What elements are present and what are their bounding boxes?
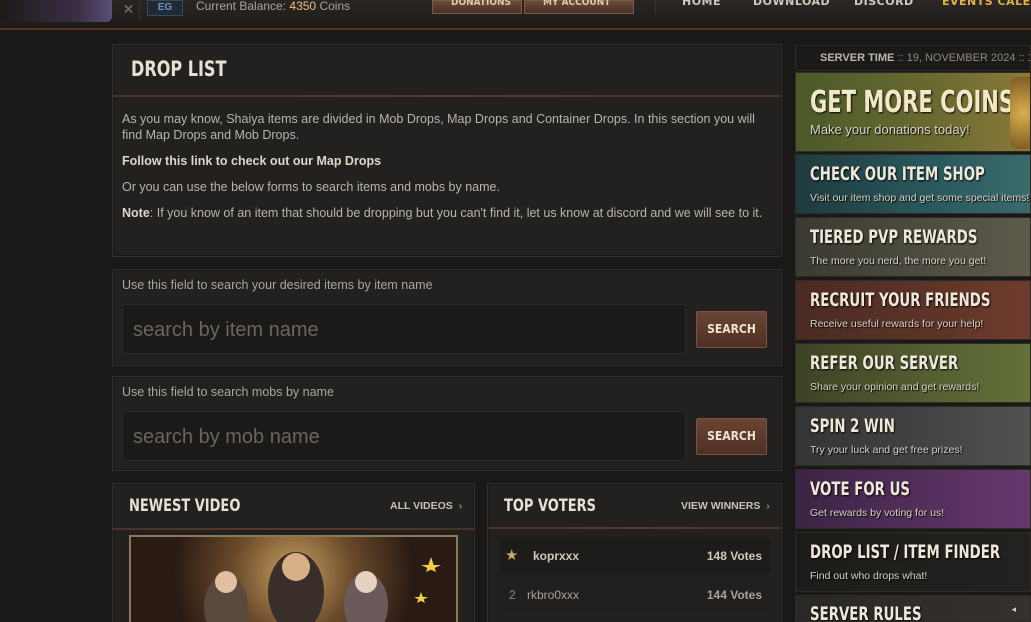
chevron-right-icon: ›	[458, 500, 463, 512]
sidebar-vote-for-us[interactable]: VOTE FOR US Get rewards by voting for us…	[795, 469, 1031, 529]
item-search-button[interactable]: SEARCH	[696, 311, 767, 348]
note-label: Note	[122, 206, 150, 220]
server-time-value: :: 19, NOVEMBER 2024 :: 1	[897, 52, 1031, 64]
balance-display: Current Balance: 4350 Coins	[196, 0, 350, 13]
voter-name: koprxxx	[533, 549, 580, 563]
note-text: Note: If you know of an item that should…	[122, 205, 772, 221]
sidebar-server-rules[interactable]: SERVER RULES ◂	[795, 595, 1031, 622]
voter-rank: 2	[509, 588, 516, 602]
page-title: DROP LIST	[131, 57, 227, 81]
newest-video-panel: NEWEST VIDEO ALL VIDEOS ›	[112, 483, 475, 622]
balance-amount: 4350	[289, 0, 317, 13]
note-body: : If you know of an item that should be …	[149, 206, 763, 220]
view-winners-link[interactable]: VIEW WINNERS ›	[681, 500, 770, 512]
sidebar-subtitle: Receive useful rewards for your help!	[810, 318, 984, 330]
mob-search-button[interactable]: SEARCH	[696, 418, 767, 455]
forms-hint: Or you can use the below forms to search…	[122, 180, 500, 194]
table-row[interactable]: 2 rkbro0xxx 144 Votes	[500, 577, 770, 613]
sidebar-item-shop[interactable]: CHECK OUR ITEM SHOP Visit our item shop …	[795, 154, 1031, 214]
sidebar-subtitle: Visit our item shop and get some special…	[810, 192, 1030, 204]
top-bar: ✕ EG Current Balance: 4350 Coins DONATIO…	[0, 0, 1031, 30]
donations-button[interactable]: DONATIONS	[432, 0, 522, 14]
sidebar-title: RECRUIT YOUR FRIENDS	[810, 289, 991, 311]
divider	[488, 527, 781, 529]
balance-label: Current Balance:	[196, 0, 287, 13]
view-winners-label: VIEW WINNERS	[681, 500, 761, 512]
item-search-input[interactable]: search by item name	[122, 304, 686, 354]
nav-events-calendar[interactable]: EVENTS CALENDAR	[942, 0, 1031, 14]
sidebar-drop-list[interactable]: DROP LIST / ITEM FINDER Find out who dro…	[795, 532, 1031, 592]
table-row[interactable]: ★ koprxxx 148 Votes	[500, 538, 770, 574]
sidebar-pvp-rewards[interactable]: TIERED PVP REWARDS The more you nerd, th…	[795, 217, 1031, 277]
mob-search-input[interactable]: search by mob name	[122, 411, 686, 461]
video-thumbnail[interactable]	[129, 535, 458, 622]
account-badge[interactable]: EG	[147, 0, 183, 16]
scroll-arrow-icon[interactable]: ◂	[1011, 604, 1016, 615]
voter-name: rkbro0xxx	[527, 588, 580, 602]
sidebar-subtitle: Find out who drops what!	[810, 570, 928, 582]
sidebar-title: SERVER RULES	[810, 603, 922, 622]
coins-icon	[1010, 77, 1030, 149]
star-icon: ★	[505, 547, 519, 564]
balance-unit: Coins	[319, 0, 351, 13]
sidebar-subtitle: Try your luck and get free prizes!	[810, 444, 963, 456]
sidebar-title: TIERED PVP REWARDS	[810, 226, 978, 248]
sidebar-subtitle: Share your opinion and get rewards!	[810, 381, 980, 393]
nav-discord[interactable]: DISCORD	[854, 0, 914, 14]
drop-list-panel: DROP LIST As you may know, Shaiya items …	[112, 44, 782, 257]
voter-votes: 148 Votes	[706, 549, 762, 563]
sidebar-title: GET MORE COINS	[810, 85, 1015, 120]
mob-search-label: Use this field to search mobs by name	[122, 385, 334, 399]
map-drops-link[interactable]: Follow this link to check out our Map Dr…	[122, 153, 772, 169]
newest-video-title: NEWEST VIDEO	[129, 496, 241, 516]
server-time-label: SERVER TIME	[820, 52, 895, 64]
voter-votes: 144 Votes	[706, 588, 762, 602]
sidebar-get-more-coins[interactable]: GET MORE COINS Make your donations today…	[795, 72, 1031, 152]
chevron-right-icon: ›	[766, 500, 770, 512]
nav-home[interactable]: HOME	[682, 0, 721, 14]
sidebar-subtitle: The more you nerd, the more you get!	[810, 255, 987, 267]
sidebar-recruit-friends[interactable]: RECRUIT YOUR FRIENDS Receive useful rewa…	[795, 280, 1031, 340]
nav-download[interactable]: DOWNLOAD	[753, 0, 830, 14]
my-account-button[interactable]: MY ACCOUNT	[524, 0, 634, 14]
top-voters-title: TOP VOTERS	[504, 496, 596, 516]
all-videos-label: ALL VIDEOS	[390, 500, 453, 512]
sidebar-title: DROP LIST / ITEM FINDER	[810, 541, 1001, 563]
server-time-bar: SERVER TIME :: 19, NOVEMBER 2024 :: 1	[795, 45, 1031, 71]
sidebar-refer-server[interactable]: REFER OUR SERVER Share your opinion and …	[795, 343, 1031, 403]
divider	[113, 528, 474, 530]
sidebar-subtitle: Make your donations today!	[810, 122, 970, 137]
close-icon[interactable]: ✕	[118, 0, 140, 20]
sidebar-subtitle: Get rewards by voting for us!	[810, 507, 945, 519]
video-art-icon	[204, 552, 441, 622]
logo-strip	[0, 0, 112, 22]
intro-text: As you may know, Shaiya items are divide…	[122, 112, 755, 142]
sidebar-title: REFER OUR SERVER	[810, 352, 959, 374]
sidebar-title: VOTE FOR US	[810, 478, 911, 500]
item-search-label: Use this field to search your desired it…	[122, 278, 433, 292]
sidebar-title: SPIN 2 WIN	[810, 415, 895, 437]
all-videos-link[interactable]: ALL VIDEOS ›	[390, 500, 462, 512]
sidebar-title: CHECK OUR ITEM SHOP	[810, 163, 985, 185]
sidebar-spin-2-win[interactable]: SPIN 2 WIN Try your luck and get free pr…	[795, 406, 1031, 466]
